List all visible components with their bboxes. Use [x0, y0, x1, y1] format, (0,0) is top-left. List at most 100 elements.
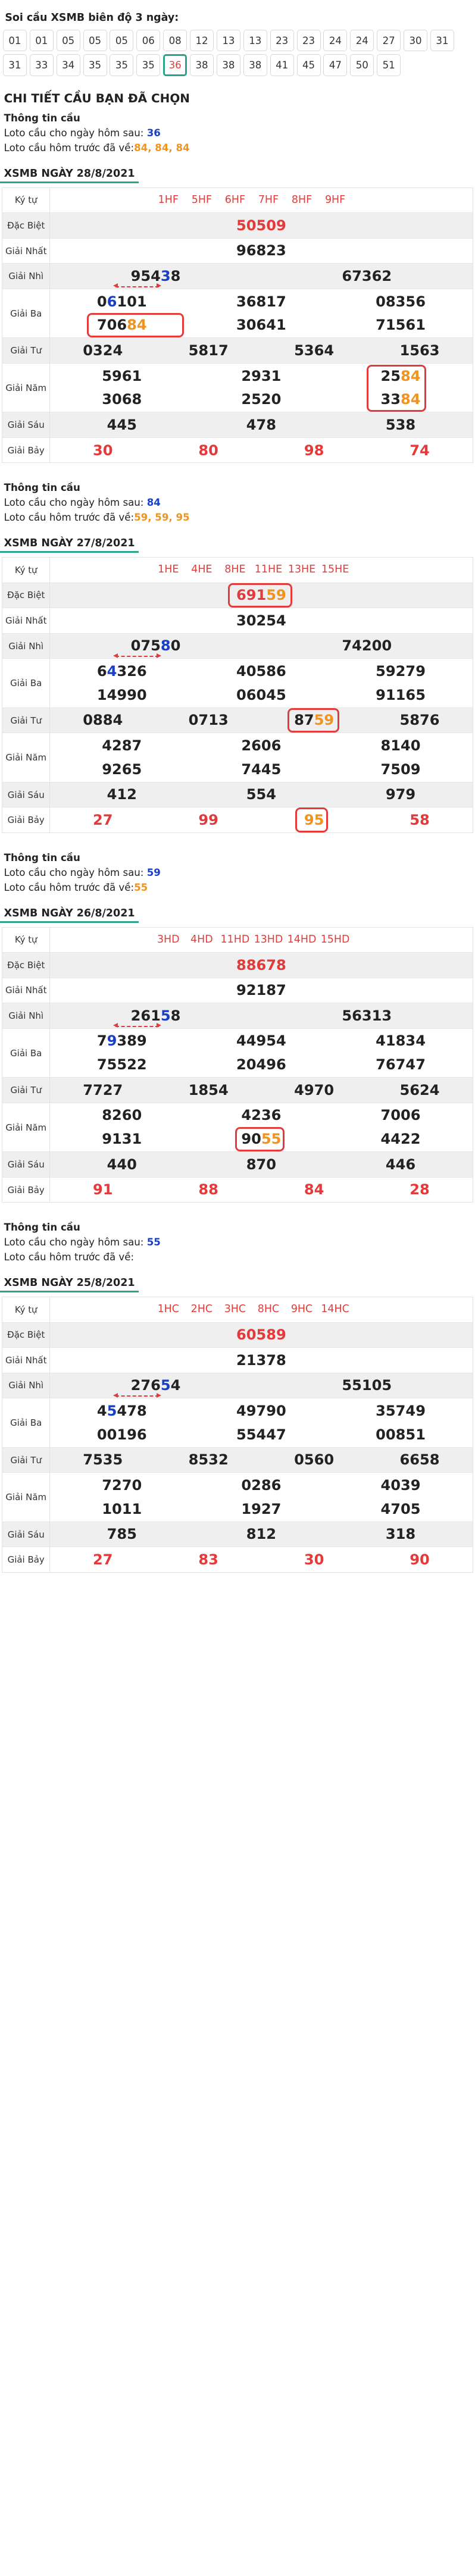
row-g6: Giải Sáu 445 478 538	[2, 412, 473, 437]
number-chip[interactable]: 01	[2, 29, 27, 52]
row-g6: Giải Sáu 440 870 446	[2, 1151, 473, 1177]
result-date[interactable]: XSMB NGÀY 27/8/2021	[0, 530, 139, 553]
result-number: 5364	[294, 342, 335, 359]
row-g5: Giải Năm 7270 0286 4039 1011 1927 4705	[2, 1472, 473, 1522]
result-date[interactable]: XSMB NGÀY 28/8/2021	[0, 159, 139, 183]
number-chip[interactable]: 05	[83, 29, 107, 52]
result-number: 06101	[97, 293, 147, 310]
number-chip[interactable]: 27	[377, 29, 401, 52]
number-chip[interactable]: 12	[190, 29, 214, 52]
number-chip[interactable]: 05	[56, 29, 80, 52]
number-chip[interactable]: 34	[56, 54, 80, 77]
digit-group: 8	[170, 1007, 181, 1024]
row-label: Giải Nhì	[2, 1003, 51, 1028]
row-label: Giải Ba	[2, 1398, 51, 1447]
digit-group: 7	[96, 1032, 107, 1050]
row-g1: Giải Nhất 92187	[2, 977, 473, 1003]
result-number: 554	[246, 786, 277, 803]
result-number: 8532	[188, 1451, 229, 1469]
result-number: 27	[93, 812, 113, 828]
result-number: 446	[385, 1156, 416, 1173]
number-chip[interactable]: 33	[29, 54, 54, 77]
number-chip[interactable]: 13	[243, 29, 267, 52]
number-chip[interactable]: 38	[216, 54, 240, 77]
digit-group: 3	[160, 267, 171, 284]
result-number: 74200	[342, 637, 392, 655]
result-date[interactable]: XSMB NGÀY 26/8/2021	[0, 899, 139, 923]
number-chip[interactable]: 35	[136, 54, 161, 77]
row-values: 60589	[50, 1323, 473, 1348]
row-db: Đặc Biệt 69159	[2, 582, 473, 608]
ky-tu-code: 15HE	[321, 564, 349, 576]
number-chip[interactable]: 36	[163, 54, 188, 77]
info-next-day: Loto cầu cho ngày hôm sau: 55	[4, 1235, 471, 1250]
number-chip[interactable]: 23	[270, 29, 294, 52]
row-label: Giải Tư	[2, 1447, 51, 1473]
number-chip[interactable]: 38	[190, 54, 214, 77]
number-chip[interactable]: 47	[323, 54, 348, 77]
number-chip[interactable]: 30	[404, 29, 427, 52]
row-values: 0884 0713 8759 5876	[50, 708, 473, 733]
result-number: 49790	[236, 1402, 286, 1419]
row-label: Ký tự	[2, 1297, 51, 1322]
bridge-info: Thông tin cầu Loto cầu cho ngày hôm sau: …	[0, 481, 475, 529]
row-g4: Giải Tư 0324 5817 5364 1563	[2, 337, 473, 363]
ky-tu-code: 2HC	[190, 1303, 213, 1315]
digit-group: 5	[160, 1007, 171, 1024]
number-chip[interactable]: 45	[296, 54, 321, 77]
digit-group: 6	[96, 662, 107, 680]
result-number: 71561	[376, 317, 426, 334]
row-g6: Giải Sáu 785 812 318	[2, 1521, 473, 1547]
result-number: 14990	[96, 686, 147, 703]
row-g4: Giải Tư 0884 0713 8759 5876	[2, 707, 473, 733]
info-value: 84, 84, 84	[134, 142, 190, 154]
result-date[interactable]: XSMB NGÀY 25/8/2021	[0, 1269, 139, 1293]
row-label: Giải Nhất	[2, 978, 51, 1003]
result-number: 67362	[342, 267, 392, 284]
ky-tu-code: 8HF	[291, 193, 312, 206]
number-chip[interactable]: 08	[163, 29, 188, 52]
result-number: 979	[385, 786, 416, 803]
number-chip[interactable]: 06	[136, 29, 161, 52]
number-chip[interactable]: 31	[2, 54, 27, 77]
row-g2: Giải Nhì 07580 74200	[2, 633, 473, 659]
result-number: 00196	[96, 1426, 147, 1443]
result-number: 9131	[102, 1131, 142, 1148]
number-chip[interactable]: 51	[377, 54, 401, 77]
number-chip[interactable]: 41	[270, 54, 294, 77]
ky-tu-code: 7HF	[258, 193, 279, 206]
number-chip[interactable]: 31	[430, 29, 454, 52]
result-number: 64326	[97, 663, 147, 680]
ky-tu-code: 11HD	[220, 933, 250, 946]
number-chip[interactable]: 23	[296, 29, 321, 52]
row-g7: Giải Bảy 27 99 95 58	[2, 807, 473, 832]
row-values: 5961 2931 2584 3068 2520 3384	[50, 364, 473, 412]
result-number: 84	[304, 1181, 324, 1198]
number-chip[interactable]: 24	[323, 29, 348, 52]
row-values: 91 88 84 28	[50, 1178, 473, 1203]
ky-tu-code: 4HE	[191, 564, 212, 576]
number-chip[interactable]: 35	[110, 54, 134, 77]
number-chip[interactable]: 05	[110, 29, 134, 52]
result-number: 28	[410, 1181, 430, 1198]
number-chip[interactable]: 38	[243, 54, 267, 77]
row-values: 7535 8532 0560 6658	[50, 1448, 473, 1473]
row-values: 64326 40586 59279 14990 06045 91165	[50, 652, 473, 707]
number-chip[interactable]: 35	[83, 54, 107, 77]
result-number: 75522	[96, 1056, 147, 1073]
result-table: Ký tự 1HF 5HF 6HF 7HF 8HF 9HF Đặc Biệt 50509 Giải…	[2, 187, 473, 464]
info-label: Loto cầu hôm trước đã về:	[4, 512, 135, 524]
ky-tu-code: 14HC	[321, 1303, 349, 1315]
info-next-day: Loto cầu cho ngày hôm sau: 36	[4, 126, 471, 141]
number-chip[interactable]: 24	[350, 29, 374, 52]
row-values: 0324 5817 5364 1563	[50, 338, 473, 363]
row-values: 96823	[50, 239, 473, 264]
row-g2: Giải Nhì 27654 55105	[2, 1372, 473, 1398]
row-label: Giải Sáu	[2, 1152, 51, 1177]
row-values: 50509	[50, 213, 473, 238]
number-chip[interactable]: 13	[216, 29, 240, 52]
info-prev-day: Loto cầu hôm trước đã về:84, 84, 84	[4, 141, 471, 156]
number-chip[interactable]: 50	[350, 54, 374, 77]
number-chip[interactable]: 01	[29, 29, 54, 52]
link-arrow	[112, 283, 162, 289]
